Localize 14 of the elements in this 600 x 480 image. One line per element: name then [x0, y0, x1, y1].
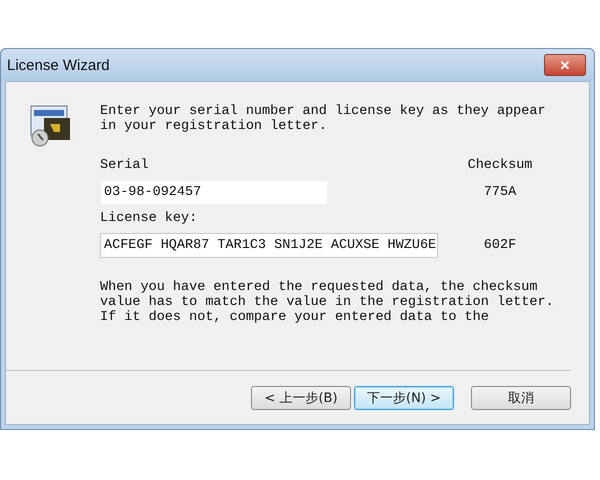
column-heading: Checksum — [466, 158, 534, 174]
key-certificate-icon — [28, 104, 72, 148]
window-title: License Wizard — [7, 56, 110, 74]
wizard-button[interactable]: 下一步(N) > — [354, 386, 454, 410]
field-label: License key: — [100, 211, 198, 227]
input-field[interactable]: 03-98-092457 — [100, 180, 328, 205]
wizard-button[interactable]: < 上一步(B) — [251, 386, 351, 410]
wizard-button[interactable]: 取消 — [471, 386, 571, 410]
input-field[interactable]: ACFEGF HQAR87 TAR1C3 SN1J2E ACUXSE HWZU6E — [100, 233, 438, 258]
checksum-value: 602F — [482, 238, 518, 253]
checksum-value: 775A — [482, 185, 518, 200]
instruction-text: Enter your serial number and license key as they appear in your registration letter. — [100, 104, 547, 134]
field-label: Serial — [100, 158, 150, 174]
help-text: When you have entered the requested data, the checksum value has to match the value in the registration letter. If it does not, compare your entered data to the — [100, 280, 555, 327]
